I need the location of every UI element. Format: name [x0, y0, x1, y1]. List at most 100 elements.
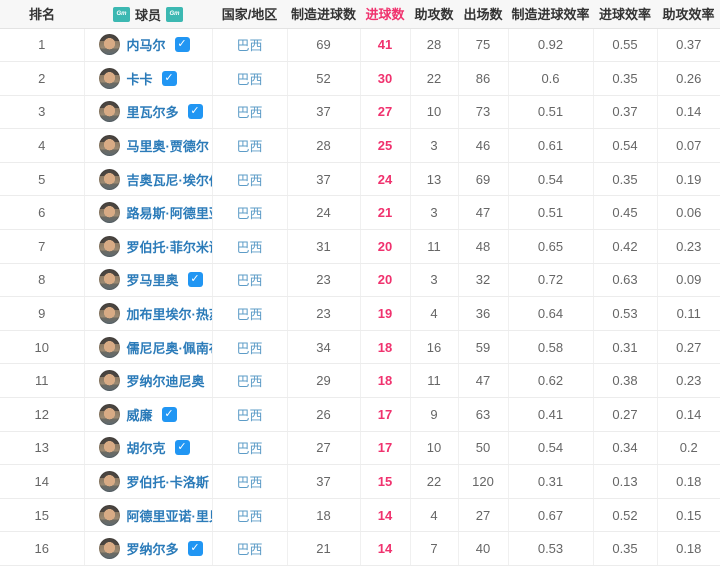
col-header-goal-rate[interactable]: 进球效率	[593, 0, 657, 29]
player-checkbox[interactable]: ✓	[174, 440, 190, 456]
goals-cell: 14	[360, 498, 411, 533]
player-stats-table: 排名 Gm 球员 Gm 国家/地区 制造进球数 进球数 助攻数 出场数 制造进球…	[0, 0, 720, 566]
player-name-link[interactable]: 马里奥·贾德尔	[127, 136, 209, 155]
table-row: 15阿德里亚诺·里贝罗✓ 巴西 18144270.670.520.15	[0, 498, 720, 533]
country-link[interactable]: 巴西	[236, 240, 262, 255]
stats-table: 排名 Gm 球员 Gm 国家/地区 制造进球数 进球数 助攻数 出场数 制造进球…	[0, 0, 720, 566]
country-link[interactable]: 巴西	[236, 542, 262, 557]
country-link[interactable]: 巴西	[236, 341, 262, 356]
assist-rate-cell: 0.14	[657, 397, 720, 432]
country-link[interactable]: 巴西	[236, 307, 262, 322]
player-checkbox[interactable]: ✓	[161, 70, 177, 86]
assists-cell: 10	[410, 95, 459, 130]
table-body: 1 内马尔 ✓ 巴西 69 41 28 75 0.92 0.55 0.37 2 卡卡 ✓ 巴西 52 30 22 8…	[0, 28, 720, 566]
country-cell: 巴西	[212, 397, 288, 432]
appearances-cell: 32	[458, 263, 509, 298]
player-name-link[interactable]: 路易斯·阿德里亚诺	[127, 203, 212, 222]
player-cell: 吉奥瓦尼·埃尔伯✓	[84, 162, 213, 197]
country-link[interactable]: 巴西	[236, 273, 262, 288]
goals-created-cell: 21	[287, 531, 361, 566]
country-link[interactable]: 巴西	[236, 173, 262, 188]
appearances-cell: 47	[458, 363, 509, 399]
rank-cell: 2	[0, 61, 85, 96]
player-name-link[interactable]: 胡尔克	[127, 438, 166, 457]
player-name-link[interactable]: 儒尼尼奥·佩南布卡诺	[127, 338, 212, 357]
player-checkbox[interactable]: ✓	[174, 37, 190, 53]
rank-cell: 5	[0, 162, 85, 197]
player-checkbox[interactable]: ✓	[187, 104, 203, 120]
goal-rate-cell: 0.13	[593, 464, 658, 499]
goals-cell: 41	[360, 28, 411, 63]
table-row: 1 内马尔 ✓ 巴西 69 41 28 75 0.92 0.55 0.37	[0, 28, 720, 63]
player-name-link[interactable]: 罗马里奥	[127, 270, 179, 289]
player-name-link[interactable]: 吉奥瓦尼·埃尔伯	[127, 170, 212, 189]
goal-creation-rate-cell: 0.92	[508, 28, 594, 63]
player-name-link[interactable]: 内马尔	[127, 35, 166, 54]
brand-badge-icon: Gm	[166, 7, 183, 23]
player-checkbox[interactable]: ✓	[187, 272, 203, 288]
country-link[interactable]: 巴西	[236, 139, 262, 154]
appearances-cell: 86	[458, 61, 509, 96]
player-name-link[interactable]: 罗纳尔多	[127, 539, 179, 558]
assist-rate-cell: 0.23	[657, 363, 720, 399]
assist-rate-cell: 0.26	[657, 61, 720, 96]
player-name-link[interactable]: 威廉	[127, 405, 153, 424]
goal-rate-cell: 0.63	[593, 263, 658, 298]
rank-cell: 3	[0, 95, 85, 130]
country-link[interactable]: 巴西	[236, 374, 262, 389]
rank-cell: 6	[0, 195, 85, 231]
country-link[interactable]: 巴西	[236, 408, 262, 423]
country-link[interactable]: 巴西	[236, 475, 262, 490]
goal-creation-rate-cell: 0.64	[508, 296, 594, 331]
rank-cell: 13	[0, 431, 85, 466]
brand-badge-icon: Gm	[112, 7, 130, 23]
goal-creation-rate-cell: 0.6	[508, 61, 594, 96]
country-cell: 巴西	[212, 28, 288, 63]
player-checkbox[interactable]: ✓	[161, 406, 177, 422]
player-name-link[interactable]: 里瓦尔多	[127, 102, 179, 121]
goals-cell: 21	[360, 195, 411, 231]
col-header-appearances[interactable]: 出场数	[458, 0, 508, 29]
country-link[interactable]: 巴西	[236, 441, 262, 456]
player-avatar	[98, 504, 120, 526]
table-row: 16 罗纳尔多 ✓ 巴西 21 14 7 40 0.53 0.35 0.18	[0, 531, 720, 566]
col-header-goals[interactable]: 进球数	[360, 0, 410, 29]
goals-created-cell: 28	[287, 128, 361, 163]
player-name-link[interactable]: 罗伯托·菲尔米诺	[127, 237, 212, 256]
goals-created-cell: 24	[287, 195, 361, 231]
country-link[interactable]: 巴西	[236, 206, 262, 221]
player-name-link[interactable]: 卡卡	[127, 69, 153, 88]
table-header-row: 排名 Gm 球员 Gm 国家/地区 制造进球数 进球数 助攻数 出场数 制造进球…	[0, 0, 720, 29]
goal-rate-cell: 0.31	[593, 330, 658, 365]
rank-cell: 1	[0, 28, 85, 63]
col-header-assist-rate[interactable]: 助攻效率	[657, 0, 720, 29]
goals-created-cell: 29	[287, 363, 361, 399]
player-name-link[interactable]: 罗纳尔迪尼奥	[127, 371, 205, 390]
player-name-link[interactable]: 加布里埃尔·热苏斯	[127, 304, 212, 323]
player-avatar	[98, 34, 120, 56]
country-link[interactable]: 巴西	[236, 509, 262, 524]
assist-rate-cell: 0.18	[657, 531, 720, 566]
assists-cell: 3	[410, 195, 459, 231]
goal-rate-cell: 0.35	[593, 61, 658, 96]
col-header-goals-created[interactable]: 制造进球数	[287, 0, 360, 29]
player-cell: 加布里埃尔·热苏斯✓	[84, 296, 213, 331]
country-link[interactable]: 巴西	[236, 72, 262, 87]
table-row: 8 罗马里奥 ✓ 巴西 23 20 3 32 0.72 0.63 0.09	[0, 263, 720, 298]
goals-created-cell: 34	[287, 330, 361, 365]
country-link[interactable]: 巴西	[236, 105, 262, 120]
appearances-cell: 120	[458, 464, 509, 499]
player-cell: 儒尼尼奥·佩南布卡诺✓	[84, 330, 213, 365]
player-name-link[interactable]: 罗伯托·卡洛斯	[127, 472, 209, 491]
goal-creation-rate-cell: 0.58	[508, 330, 594, 365]
goal-rate-cell: 0.52	[593, 498, 658, 533]
col-header-goal-creation-rate[interactable]: 制造进球效率	[508, 0, 593, 29]
col-header-assists[interactable]: 助攻数	[410, 0, 458, 29]
player-cell: 内马尔 ✓	[84, 28, 213, 63]
player-name-link[interactable]: 阿德里亚诺·里贝罗	[127, 506, 212, 525]
player-checkbox[interactable]: ✓	[187, 541, 203, 557]
assists-cell: 11	[410, 363, 459, 399]
goals-cell: 18	[360, 330, 411, 365]
goals-cell: 17	[360, 431, 411, 466]
country-link[interactable]: 巴西	[236, 38, 262, 53]
